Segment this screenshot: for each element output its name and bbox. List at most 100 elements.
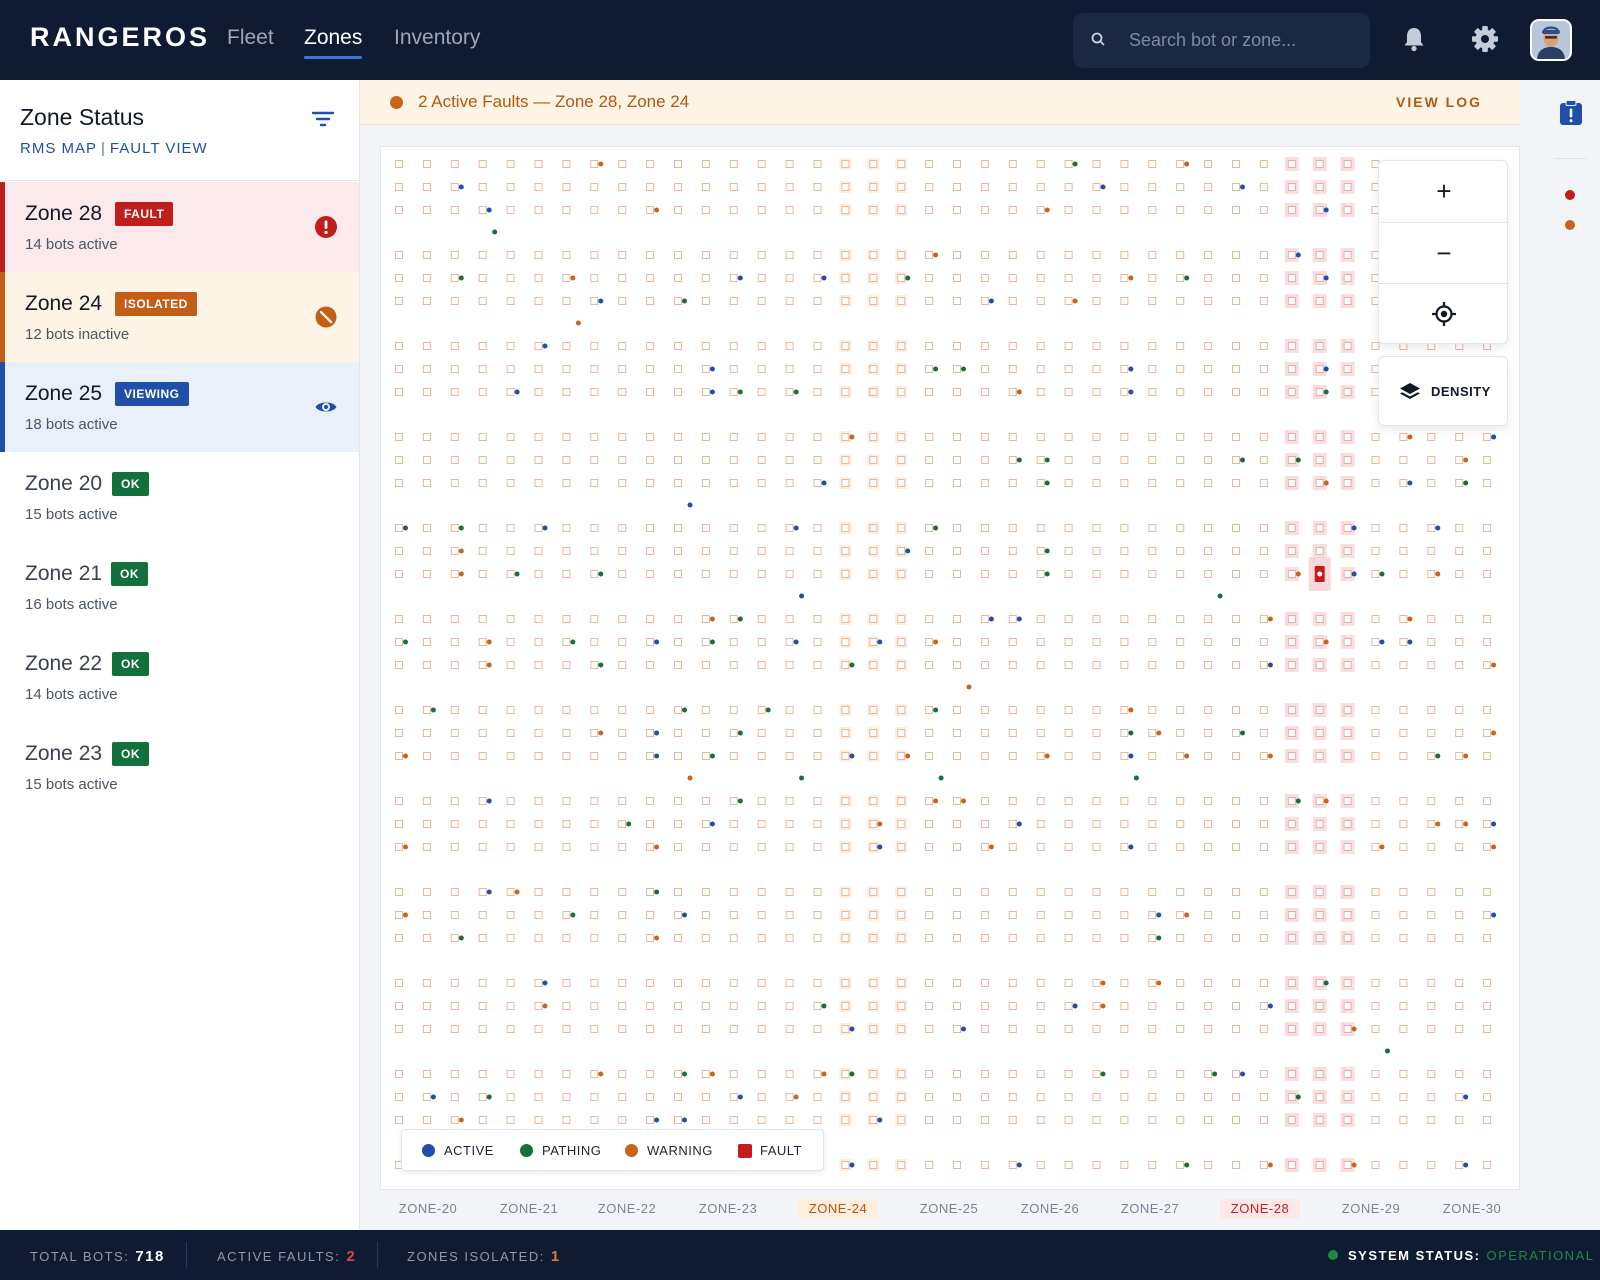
bot-marker[interactable] xyxy=(1072,161,1078,167)
bot-marker[interactable] xyxy=(1407,480,1413,486)
bot-marker[interactable] xyxy=(1267,616,1273,622)
bot-marker[interactable] xyxy=(793,1094,799,1100)
fault-indicator-dot[interactable] xyxy=(1565,190,1575,200)
bot-marker[interactable] xyxy=(1379,639,1385,645)
bot-marker[interactable] xyxy=(849,1071,855,1077)
bot-marker[interactable] xyxy=(793,639,799,645)
bot-marker[interactable] xyxy=(1323,366,1329,372)
bot-marker[interactable] xyxy=(1016,389,1022,395)
bot-marker[interactable] xyxy=(1491,912,1497,918)
bot-marker[interactable] xyxy=(514,389,520,395)
bot-marker[interactable] xyxy=(486,662,492,668)
bot-marker[interactable] xyxy=(654,753,660,759)
zone-tick-label[interactable]: ZONE-25 xyxy=(909,1199,989,1219)
zone-card-25[interactable]: Zone 25 VIEWING 18 bots active xyxy=(0,362,359,452)
bot-marker[interactable] xyxy=(821,1003,827,1009)
bot-marker[interactable] xyxy=(709,639,715,645)
bot-marker[interactable] xyxy=(458,525,464,531)
bot-marker[interactable] xyxy=(877,639,883,645)
bot-marker[interactable] xyxy=(403,844,408,850)
bot-marker[interactable] xyxy=(458,548,464,554)
bot-marker[interactable] xyxy=(765,707,771,713)
bot-marker[interactable] xyxy=(1351,571,1357,577)
bot-marker[interactable] xyxy=(1463,1162,1469,1168)
bot-marker[interactable] xyxy=(1044,480,1050,486)
bot-marker[interactable] xyxy=(403,753,408,759)
bot-marker[interactable] xyxy=(1240,730,1245,736)
bot-marker[interactable] xyxy=(1267,662,1273,668)
bot-marker[interactable] xyxy=(1212,1071,1218,1077)
bot-marker[interactable] xyxy=(1295,457,1301,463)
bot-marker[interactable] xyxy=(1184,912,1190,918)
bot-marker[interactable] xyxy=(1351,1026,1357,1032)
bot-marker[interactable] xyxy=(821,1071,827,1077)
search-input[interactable] xyxy=(1129,13,1359,68)
bot-marker[interactable] xyxy=(1435,821,1441,827)
bot-marker[interactable] xyxy=(1267,1162,1273,1168)
zone-card-21[interactable]: Zone 21 OK 16 bots active xyxy=(0,542,359,632)
nav-fleet[interactable]: Fleet xyxy=(227,26,274,50)
bot-marker[interactable] xyxy=(1044,753,1050,759)
bot-marker[interactable] xyxy=(1491,662,1497,668)
bot-marker[interactable] xyxy=(598,298,604,304)
bot-marker[interactable] xyxy=(1491,434,1497,440)
bot-marker[interactable] xyxy=(1100,1071,1106,1077)
zone-tick-label[interactable]: ZONE-26 xyxy=(1010,1199,1090,1219)
bot-marker[interactable] xyxy=(1240,457,1245,463)
fault-bot-core[interactable] xyxy=(1317,571,1323,577)
warehouse-map[interactable]: ACTIVE PATHING WARNING FAULT xyxy=(380,146,1520,1190)
bot-marker[interactable] xyxy=(458,184,464,190)
bot-marker[interactable] xyxy=(737,730,743,736)
bot-marker[interactable] xyxy=(1217,593,1223,599)
bot-marker[interactable] xyxy=(1491,821,1497,827)
bot-marker[interactable] xyxy=(458,935,464,941)
zone-tick-label[interactable]: ZONE-27 xyxy=(1110,1199,1190,1219)
bot-marker[interactable] xyxy=(737,389,743,395)
gear-icon[interactable] xyxy=(1468,22,1502,56)
brand-logo[interactable]: RANGEROS xyxy=(30,22,210,53)
bot-marker[interactable] xyxy=(849,1026,855,1032)
bot-marker[interactable] xyxy=(570,912,576,918)
zone-card-28[interactable]: Zone 28 FAULT 14 bots active xyxy=(0,182,359,272)
bot-marker[interactable] xyxy=(877,821,883,827)
zone-card-23[interactable]: Zone 23 OK 15 bots active xyxy=(0,722,359,812)
bot-marker[interactable] xyxy=(938,775,944,781)
bot-marker[interactable] xyxy=(1323,275,1329,281)
bot-marker[interactable] xyxy=(933,707,939,713)
bot-marker[interactable] xyxy=(682,707,687,713)
bot-marker[interactable] xyxy=(1156,912,1162,918)
zone-tick-label-fault[interactable]: ZONE-28 xyxy=(1220,1199,1300,1219)
bot-marker[interactable] xyxy=(1016,616,1022,622)
bot-marker[interactable] xyxy=(933,798,939,804)
bot-marker[interactable] xyxy=(1407,639,1413,645)
bot-marker[interactable] xyxy=(1100,1003,1106,1009)
bot-marker[interactable] xyxy=(793,389,799,395)
bot-marker[interactable] xyxy=(542,980,548,986)
bot-marker[interactable] xyxy=(430,707,436,713)
bot-marker[interactable] xyxy=(966,684,972,690)
bot-marker[interactable] xyxy=(737,798,743,804)
zone-tick-label[interactable]: ZONE-22 xyxy=(587,1199,667,1219)
bot-marker[interactable] xyxy=(961,1026,966,1032)
bot-marker[interactable] xyxy=(1295,1094,1301,1100)
bot-marker[interactable] xyxy=(1323,639,1329,645)
bot-marker[interactable] xyxy=(1128,389,1134,395)
bot-marker[interactable] xyxy=(1463,480,1469,486)
bot-marker[interactable] xyxy=(849,1162,855,1168)
bot-marker[interactable] xyxy=(877,1117,883,1123)
bot-marker[interactable] xyxy=(709,1071,715,1077)
bot-marker[interactable] xyxy=(905,548,911,554)
bot-marker[interactable] xyxy=(1351,525,1357,531)
bot-marker[interactable] xyxy=(1491,844,1497,850)
bot-marker[interactable] xyxy=(598,1071,604,1077)
bot-marker[interactable] xyxy=(737,616,743,622)
bot-marker[interactable] xyxy=(570,275,576,281)
bot-marker[interactable] xyxy=(988,616,994,622)
bot-marker[interactable] xyxy=(654,889,660,895)
bot-marker[interactable] xyxy=(877,844,883,850)
bot-marker[interactable] xyxy=(1267,1003,1273,1009)
bot-marker[interactable] xyxy=(403,912,408,918)
bot-marker[interactable] xyxy=(1323,389,1329,395)
bot-marker[interactable] xyxy=(905,753,911,759)
bot-marker[interactable] xyxy=(514,571,520,577)
